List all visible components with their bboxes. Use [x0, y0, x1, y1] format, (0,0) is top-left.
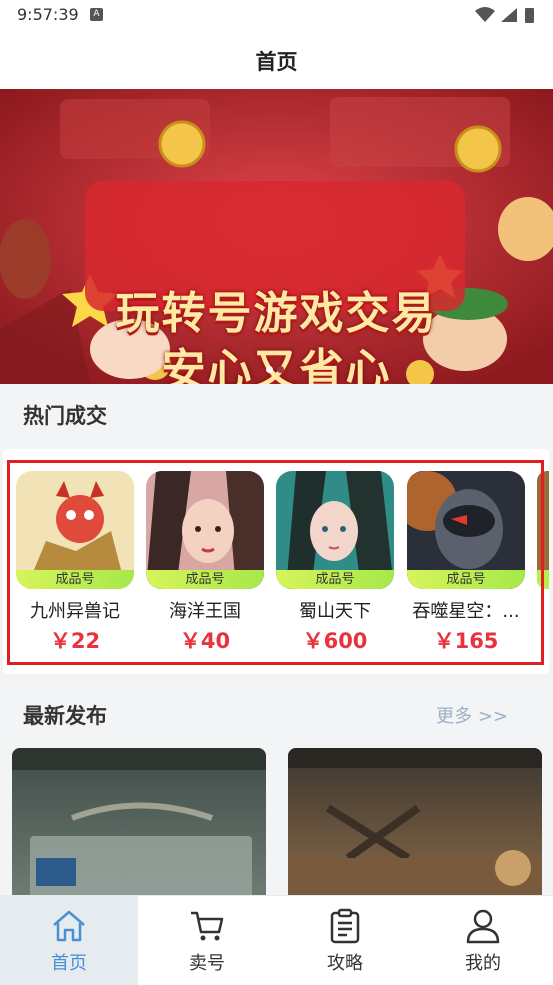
bottom-nav: 首页 卖号 攻略 我的 — [0, 895, 553, 985]
latest-thumbnail — [12, 748, 266, 898]
status-time: 9:57:39 — [17, 5, 79, 24]
banner-dot — [277, 366, 284, 373]
latest-card[interactable] — [288, 748, 542, 898]
banner-headline-1: 玩转号游戏交易 — [115, 288, 438, 339]
nav-profile[interactable]: 我的 — [414, 896, 552, 985]
hot-deals-title: 热门成交 — [23, 404, 107, 428]
latest-title: 最新发布 — [23, 704, 107, 728]
clipboard-icon — [330, 908, 360, 944]
nav-sell[interactable]: 卖号 — [138, 896, 276, 985]
user-icon — [466, 909, 500, 944]
banner-headline-2: 安心又省心 — [161, 345, 392, 384]
status-bar: 9:57:39 A — [0, 0, 553, 30]
nav-label: 攻略 — [327, 953, 363, 974]
nav-label: 卖号 — [189, 953, 225, 974]
status-icons — [475, 7, 534, 23]
nav-label: 首页 — [51, 953, 87, 974]
nav-label: 我的 — [465, 953, 501, 974]
app-header: 首页 — [0, 30, 553, 89]
nav-home[interactable]: 首页 — [0, 896, 138, 985]
page-title: 首页 — [255, 50, 298, 74]
home-icon — [53, 910, 85, 942]
nav-guide[interactable]: 攻略 — [276, 896, 414, 985]
banner-dot-active — [266, 366, 273, 373]
banner-pagination — [266, 366, 290, 374]
a-icon: A — [90, 8, 103, 21]
highlight-frame — [7, 460, 544, 665]
promo-banner[interactable]: 玩转号游戏交易 安心又省心 — [0, 89, 553, 384]
signal-icon — [501, 8, 517, 22]
more-link[interactable]: 更多 >> — [436, 702, 508, 728]
latest-card[interactable] — [12, 748, 266, 898]
cart-icon — [191, 911, 224, 941]
battery-icon — [525, 8, 534, 23]
wifi-icon — [475, 7, 495, 22]
latest-thumbnail — [288, 748, 542, 898]
